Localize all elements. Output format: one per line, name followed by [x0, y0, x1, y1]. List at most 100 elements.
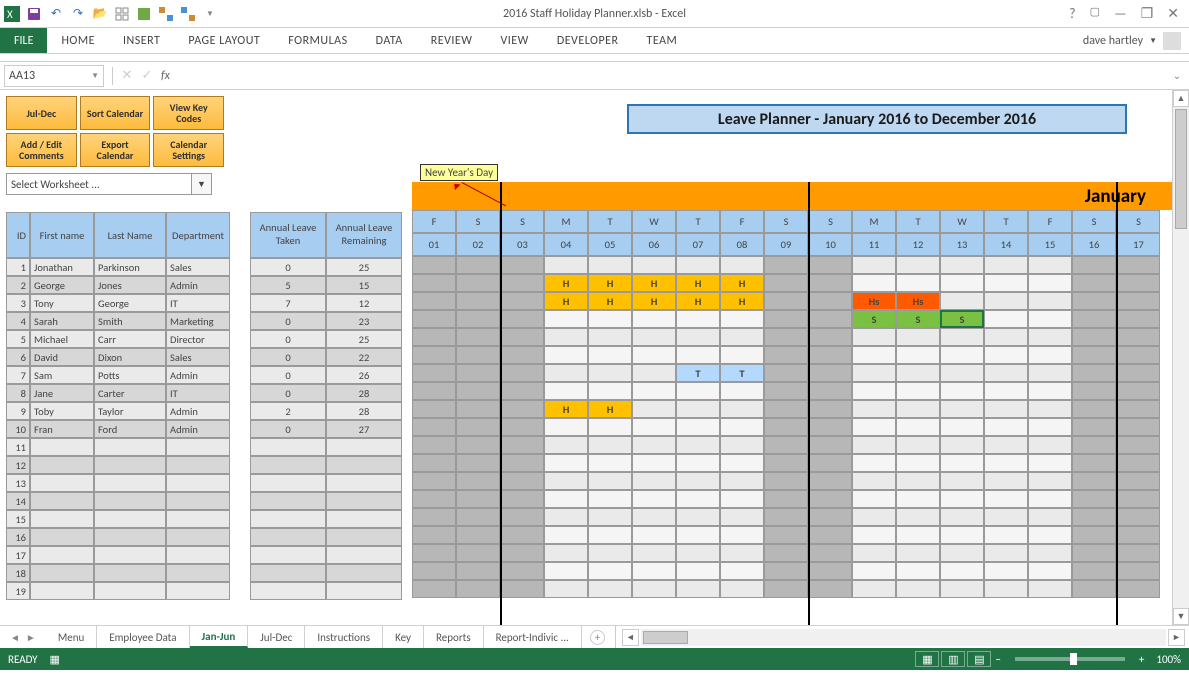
cell-al-taken[interactable]: 0 [250, 384, 326, 402]
table-row[interactable] [250, 564, 402, 582]
scroll-track[interactable] [1173, 107, 1189, 608]
calendar-cell[interactable] [896, 256, 940, 274]
cell-id[interactable]: 2 [6, 276, 30, 294]
calendar-cell[interactable] [1072, 400, 1116, 418]
calendar-cell[interactable] [720, 508, 764, 526]
calendar-cell[interactable] [500, 346, 544, 364]
cell-department[interactable]: Sales [166, 258, 230, 276]
sheet-tab-employee-data[interactable]: Employee Data [97, 626, 189, 648]
calendar-cell[interactable] [984, 256, 1028, 274]
calendar-cell[interactable] [896, 454, 940, 472]
calendar-cell[interactable] [412, 526, 456, 544]
calendar-cell[interactable] [500, 580, 544, 598]
calendar-cell[interactable] [456, 472, 500, 490]
calendar-cell[interactable] [896, 274, 940, 292]
calendar-cell[interactable] [676, 508, 720, 526]
calendar-cell[interactable] [984, 400, 1028, 418]
calendar-cell[interactable] [984, 274, 1028, 292]
calendar-cell[interactable] [720, 310, 764, 328]
calendar-cell[interactable] [984, 454, 1028, 472]
qat-item-icon[interactable] [136, 6, 152, 22]
calendar-cell[interactable] [456, 526, 500, 544]
calendar-cell[interactable] [984, 346, 1028, 364]
add-edit-comments-button[interactable]: Add / Edit Comments [6, 133, 77, 167]
calendar-cell[interactable] [984, 490, 1028, 508]
calendar-cell[interactable] [676, 580, 720, 598]
calendar-cell[interactable] [852, 580, 896, 598]
calendar-cell[interactable] [456, 418, 500, 436]
cell-id[interactable]: 19 [6, 582, 30, 600]
cell-id[interactable]: 1 [6, 258, 30, 276]
calendar-cell[interactable] [896, 418, 940, 436]
calendar-cell[interactable] [808, 544, 852, 562]
calendar-cell[interactable]: T [720, 364, 764, 382]
cell-empty[interactable] [326, 564, 402, 582]
calendar-cell[interactable] [412, 508, 456, 526]
calendar-cell[interactable] [852, 562, 896, 580]
cell-empty[interactable] [94, 546, 166, 564]
calendar-cell[interactable] [1116, 346, 1160, 364]
calendar-cell[interactable] [852, 274, 896, 292]
calendar-cell[interactable] [764, 328, 808, 346]
calendar-cell[interactable] [1072, 526, 1116, 544]
cell-id[interactable]: 5 [6, 330, 30, 348]
table-row[interactable]: 10FranFordAdmin [6, 420, 242, 438]
calendar-cell[interactable] [1116, 472, 1160, 490]
calendar-cell[interactable]: H [544, 400, 588, 418]
table-row[interactable]: 2GeorgeJonesAdmin [6, 276, 242, 294]
calendar-cell[interactable] [896, 364, 940, 382]
cell-al-taken[interactable]: 2 [250, 402, 326, 420]
calendar-cell[interactable] [764, 274, 808, 292]
cell-firstname[interactable]: Jane [30, 384, 94, 402]
calendar-cell[interactable] [984, 382, 1028, 400]
zoom-slider-thumb[interactable] [1070, 653, 1077, 665]
cell-empty[interactable] [30, 510, 94, 528]
calendar-cell[interactable] [544, 508, 588, 526]
cell-firstname[interactable]: Sam [30, 366, 94, 384]
cell-al-remain[interactable]: 27 [326, 420, 402, 438]
calendar-cell[interactable] [676, 562, 720, 580]
calendar-cell[interactable] [852, 472, 896, 490]
sheet-tab-jul-dec[interactable]: Jul-Dec [248, 626, 305, 648]
calendar-cell[interactable]: T [676, 364, 720, 382]
calendar-cell[interactable] [1116, 364, 1160, 382]
calendar-cell[interactable] [720, 418, 764, 436]
calendar-cell[interactable] [940, 526, 984, 544]
cell-empty[interactable] [166, 528, 230, 546]
cell-firstname[interactable]: Fran [30, 420, 94, 438]
calendar-cell[interactable] [544, 562, 588, 580]
table-row[interactable]: 025 [250, 330, 402, 348]
calendar-cell[interactable] [852, 526, 896, 544]
calendar-cell[interactable] [940, 454, 984, 472]
calendar-cell[interactable] [544, 346, 588, 364]
calendar-cell[interactable] [764, 454, 808, 472]
calendar-cell[interactable] [456, 454, 500, 472]
table-row[interactable] [250, 510, 402, 528]
calendar-cell[interactable] [852, 382, 896, 400]
calendar-cell[interactable] [720, 256, 764, 274]
calendar-cell[interactable] [632, 490, 676, 508]
table-row[interactable]: 026 [250, 366, 402, 384]
table-row[interactable]: 3TonyGeorgeIT [6, 294, 242, 312]
table-row[interactable] [250, 492, 402, 510]
cell-al-taken[interactable]: 0 [250, 312, 326, 330]
formula-input[interactable] [174, 65, 1169, 87]
calendar-cell[interactable] [500, 274, 544, 292]
undo-icon[interactable]: ↶ [48, 6, 64, 22]
calendar-cell[interactable] [720, 472, 764, 490]
table-row[interactable] [250, 582, 402, 600]
zoom-slider[interactable] [1015, 657, 1125, 661]
calendar-cell[interactable] [764, 508, 808, 526]
calendar-cell[interactable] [720, 328, 764, 346]
cell-empty[interactable] [94, 510, 166, 528]
calendar-cell[interactable] [676, 544, 720, 562]
table-row[interactable] [250, 456, 402, 474]
calendar-cell[interactable] [1116, 490, 1160, 508]
calendar-cell[interactable] [984, 562, 1028, 580]
calendar-cell[interactable] [940, 274, 984, 292]
calendar-cell[interactable] [1028, 454, 1072, 472]
cell-department[interactable]: Admin [166, 402, 230, 420]
cell-lastname[interactable]: Ford [94, 420, 166, 438]
calendar-cell[interactable] [808, 472, 852, 490]
calendar-cell[interactable] [456, 580, 500, 598]
